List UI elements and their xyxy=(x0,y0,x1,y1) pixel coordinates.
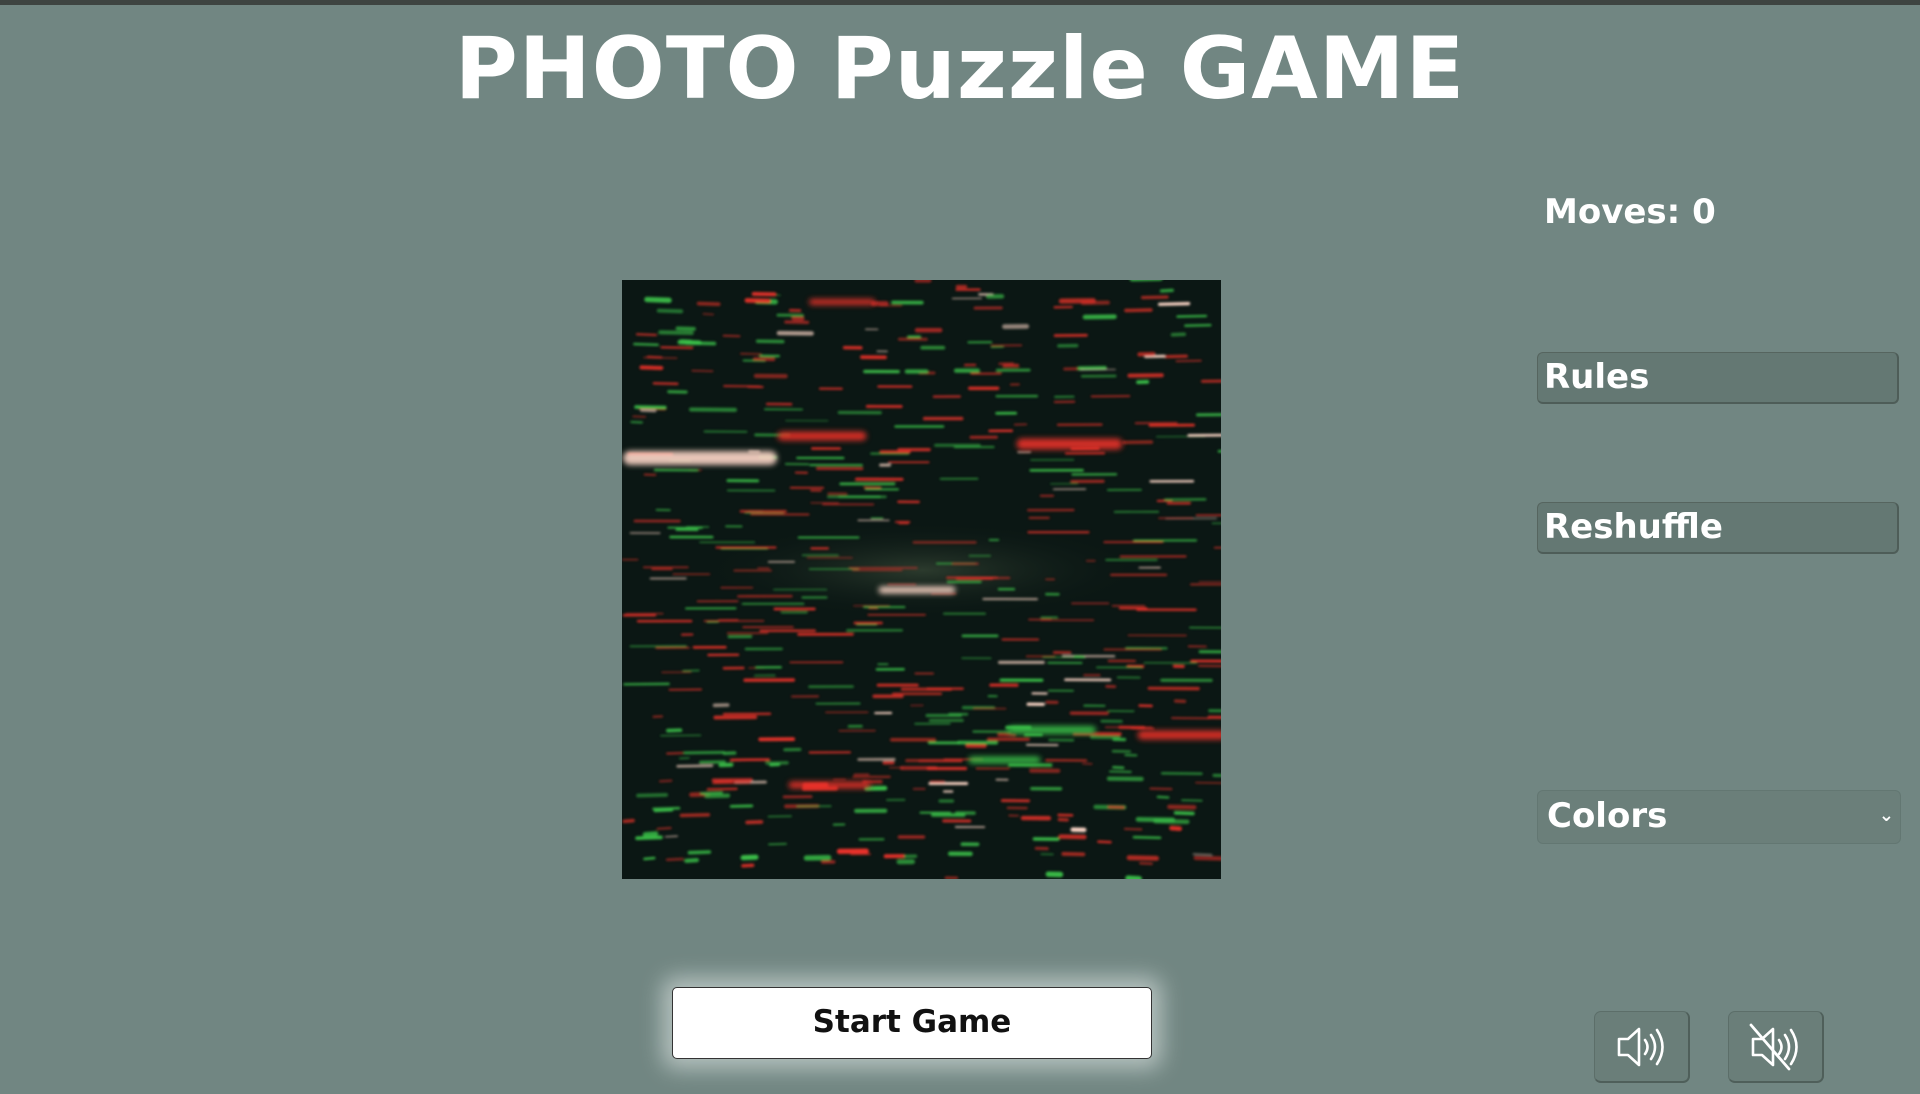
light-streak xyxy=(1157,302,1191,306)
light-streak xyxy=(622,818,635,824)
light-streak xyxy=(656,827,672,830)
light-streak xyxy=(1195,782,1221,784)
light-streak xyxy=(635,333,657,336)
light-streak xyxy=(633,342,659,347)
light-streak xyxy=(666,752,684,755)
puzzle-board[interactable] xyxy=(622,280,1221,879)
light-streak xyxy=(1176,314,1208,318)
colors-select-value: Colors xyxy=(1547,796,1668,836)
light-streak xyxy=(1140,295,1169,300)
sound-on-button[interactable] xyxy=(1594,1011,1690,1083)
light-streak xyxy=(691,370,714,372)
light-streak xyxy=(1159,288,1174,293)
page-title: PHOTO Puzzle GAME xyxy=(454,19,1466,119)
light-streak xyxy=(722,335,741,337)
light-streak xyxy=(699,760,726,765)
light-streak xyxy=(1175,359,1202,362)
moves-counter: Moves: 0 xyxy=(1544,192,1716,232)
light-streak xyxy=(643,856,656,861)
light-streak xyxy=(1124,308,1153,313)
start-game-button[interactable]: Start Game xyxy=(672,987,1152,1059)
light-streak xyxy=(1163,354,1188,359)
light-streak xyxy=(653,809,674,813)
light-streak xyxy=(1193,855,1221,861)
light-streak xyxy=(677,339,702,346)
light-streak xyxy=(632,415,647,418)
light-streak xyxy=(636,793,669,798)
light-streak xyxy=(658,779,673,783)
light-streak xyxy=(640,409,657,413)
light-streak xyxy=(706,787,738,791)
light-streak xyxy=(696,301,721,307)
light-streak xyxy=(741,863,755,868)
light-streak xyxy=(679,813,711,818)
chevron-down-icon: ⌄ xyxy=(1878,805,1894,826)
speaker-on-icon xyxy=(1617,1027,1664,1067)
light-streak xyxy=(660,346,694,349)
light-streak xyxy=(768,843,787,846)
light-streak xyxy=(1125,875,1142,879)
light-streak xyxy=(684,857,700,863)
light-streak xyxy=(1097,840,1112,844)
light-streak xyxy=(1135,817,1176,823)
light-streak xyxy=(679,757,690,760)
light-streak xyxy=(665,857,684,861)
rules-button[interactable]: Rules xyxy=(1537,352,1899,404)
light-streak xyxy=(635,835,663,841)
light-streak xyxy=(700,791,724,795)
light-streak xyxy=(683,751,725,755)
light-streak xyxy=(676,764,714,768)
light-streak xyxy=(729,804,754,808)
light-streak xyxy=(687,850,712,855)
top-strip xyxy=(0,0,1920,5)
light-streak xyxy=(1126,855,1160,861)
light-streak xyxy=(658,330,694,335)
light-streak xyxy=(1170,332,1187,337)
light-streak xyxy=(656,308,684,314)
light-streak xyxy=(646,355,663,359)
light-streak xyxy=(634,405,667,410)
light-streak xyxy=(1123,828,1143,831)
light-streak xyxy=(745,820,764,825)
light-streak xyxy=(740,854,759,861)
light-streak xyxy=(1184,323,1212,327)
puzzle-photo-image xyxy=(622,280,1221,879)
light-streak xyxy=(1156,795,1170,799)
light-streak xyxy=(642,831,659,837)
speaker-muted-icon xyxy=(1749,1023,1798,1071)
light-streak xyxy=(1173,811,1195,816)
reshuffle-button[interactable]: Reshuffle xyxy=(1537,502,1899,554)
light-streak xyxy=(704,793,731,799)
light-streak xyxy=(744,298,771,304)
light-streak xyxy=(644,296,672,303)
sound-off-button[interactable] xyxy=(1728,1011,1824,1083)
light-streak xyxy=(664,835,678,838)
light-streak xyxy=(639,365,664,370)
light-streak xyxy=(1132,836,1162,839)
colors-select[interactable]: Colors ⌄ xyxy=(1537,790,1901,844)
light-streak xyxy=(1139,862,1153,865)
light-streak xyxy=(1201,379,1221,383)
light-streak xyxy=(1149,787,1173,791)
light-streak xyxy=(1181,799,1203,802)
light-streak xyxy=(652,382,679,385)
light-streak xyxy=(1169,825,1183,832)
light-streak xyxy=(702,313,715,316)
light-streak xyxy=(675,326,696,331)
light-streak xyxy=(1212,773,1221,778)
light-streak xyxy=(652,806,681,811)
light-streak xyxy=(1167,804,1197,810)
